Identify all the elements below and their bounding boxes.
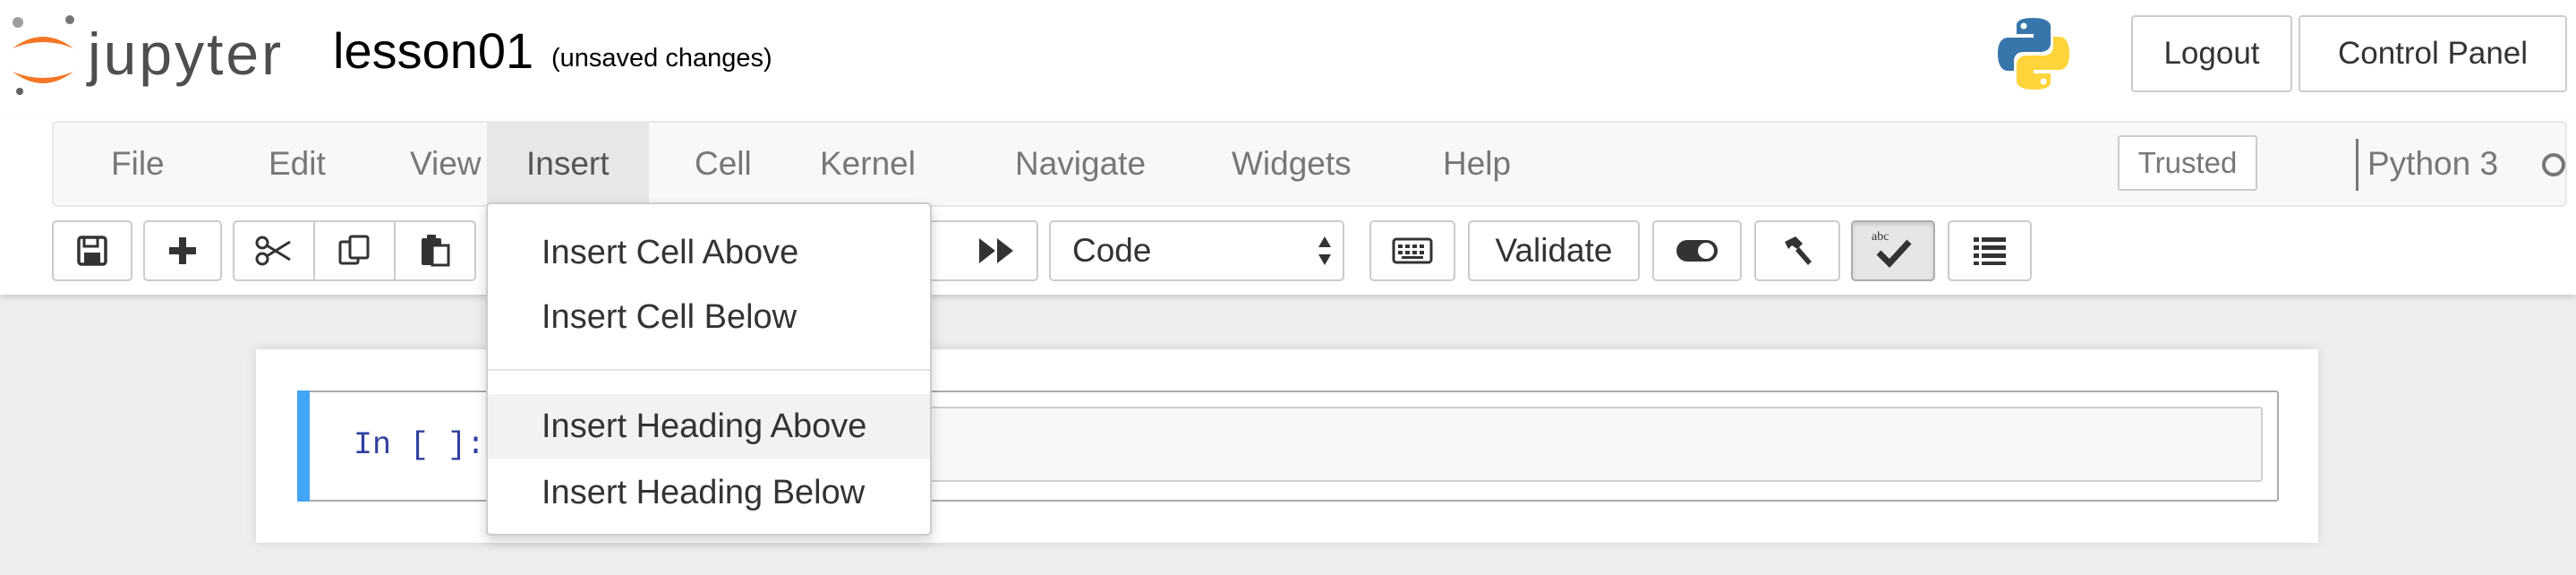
copy-icon <box>338 235 370 265</box>
hammer-icon <box>1785 236 1812 265</box>
header: jupyter lesson01 (unsaved changes) Logou… <box>0 0 2576 119</box>
cut-button[interactable] <box>233 220 315 281</box>
toggle-button[interactable] <box>1652 220 1742 281</box>
insert-dropdown-menu: Insert Cell Above Insert Cell Below Inse… <box>486 202 932 536</box>
list-icon <box>1974 237 2006 265</box>
control-panel-button[interactable]: Control Panel <box>2299 15 2567 92</box>
spellcheck-abc-label: abc <box>1872 230 1889 244</box>
run-all-button[interactable] <box>913 220 1038 281</box>
validate-label: Validate <box>1495 232 1613 269</box>
select-arrows-icon <box>1318 236 1331 265</box>
keyboard-icon <box>1392 237 1433 264</box>
insert-heading-above-item[interactable]: Insert Heading Above <box>488 394 930 459</box>
notebook-name[interactable]: lesson01 <box>333 21 533 80</box>
trusted-badge[interactable]: Trusted <box>2118 135 2257 191</box>
menu-navigate[interactable]: Navigate <box>976 123 1185 205</box>
menu-edit[interactable]: Edit <box>229 123 365 205</box>
insert-cell-button[interactable] <box>143 220 222 281</box>
kernel-name[interactable]: Python 3 <box>2367 123 2498 205</box>
insert-cell-below-item[interactable]: Insert Cell Below <box>488 285 930 349</box>
menubar: File Edit View Insert Cell Kernel Naviga… <box>52 121 2567 207</box>
menu-insert[interactable]: Insert <box>487 123 649 205</box>
spellcheck-button[interactable]: abc <box>1851 220 1935 281</box>
python-logo-icon <box>1998 18 2069 90</box>
jupyter-logo[interactable]: jupyter <box>7 13 303 102</box>
save-button[interactable] <box>52 220 132 281</box>
cell-prompt: In [ ]: <box>353 427 485 463</box>
clipboard-icon <box>422 235 450 267</box>
abc-check-icon: abc <box>1872 230 1912 269</box>
menu-kernel[interactable]: Kernel <box>780 123 955 205</box>
command-palette-button[interactable] <box>1369 220 1455 281</box>
menu-widgets[interactable]: Widgets <box>1192 123 1391 205</box>
kernel-idle-indicator <box>2542 153 2565 176</box>
fast-forward-icon <box>979 238 1013 263</box>
logo-text: jupyter <box>88 21 285 87</box>
menu-cell[interactable]: Cell <box>655 123 791 205</box>
jupyter-logo-icon <box>13 15 74 95</box>
menu-help[interactable]: Help <box>1403 123 1550 205</box>
toggle-icon <box>1676 240 1718 262</box>
cell-type-value: Code <box>1072 232 1152 269</box>
menu-file[interactable]: File <box>72 123 204 205</box>
paste-button[interactable] <box>394 220 476 281</box>
save-status: (unsaved changes) <box>551 44 772 73</box>
insert-cell-above-item[interactable]: Insert Cell Above <box>488 220 930 285</box>
table-of-contents-button[interactable] <box>1948 220 2032 281</box>
build-button[interactable] <box>1754 220 1840 281</box>
floppy-disk-icon <box>77 236 107 266</box>
insert-heading-below-item[interactable]: Insert Heading Below <box>488 460 930 525</box>
plus-icon <box>169 237 196 264</box>
menu-divider <box>488 369 930 371</box>
logout-button[interactable]: Logout <box>2131 15 2292 92</box>
cell-type-select[interactable]: Code <box>1049 220 1344 281</box>
validate-button[interactable]: Validate <box>1468 220 1640 281</box>
scissors-icon <box>255 236 291 266</box>
copy-button[interactable] <box>313 220 396 281</box>
kernel-divider <box>2356 139 2358 191</box>
